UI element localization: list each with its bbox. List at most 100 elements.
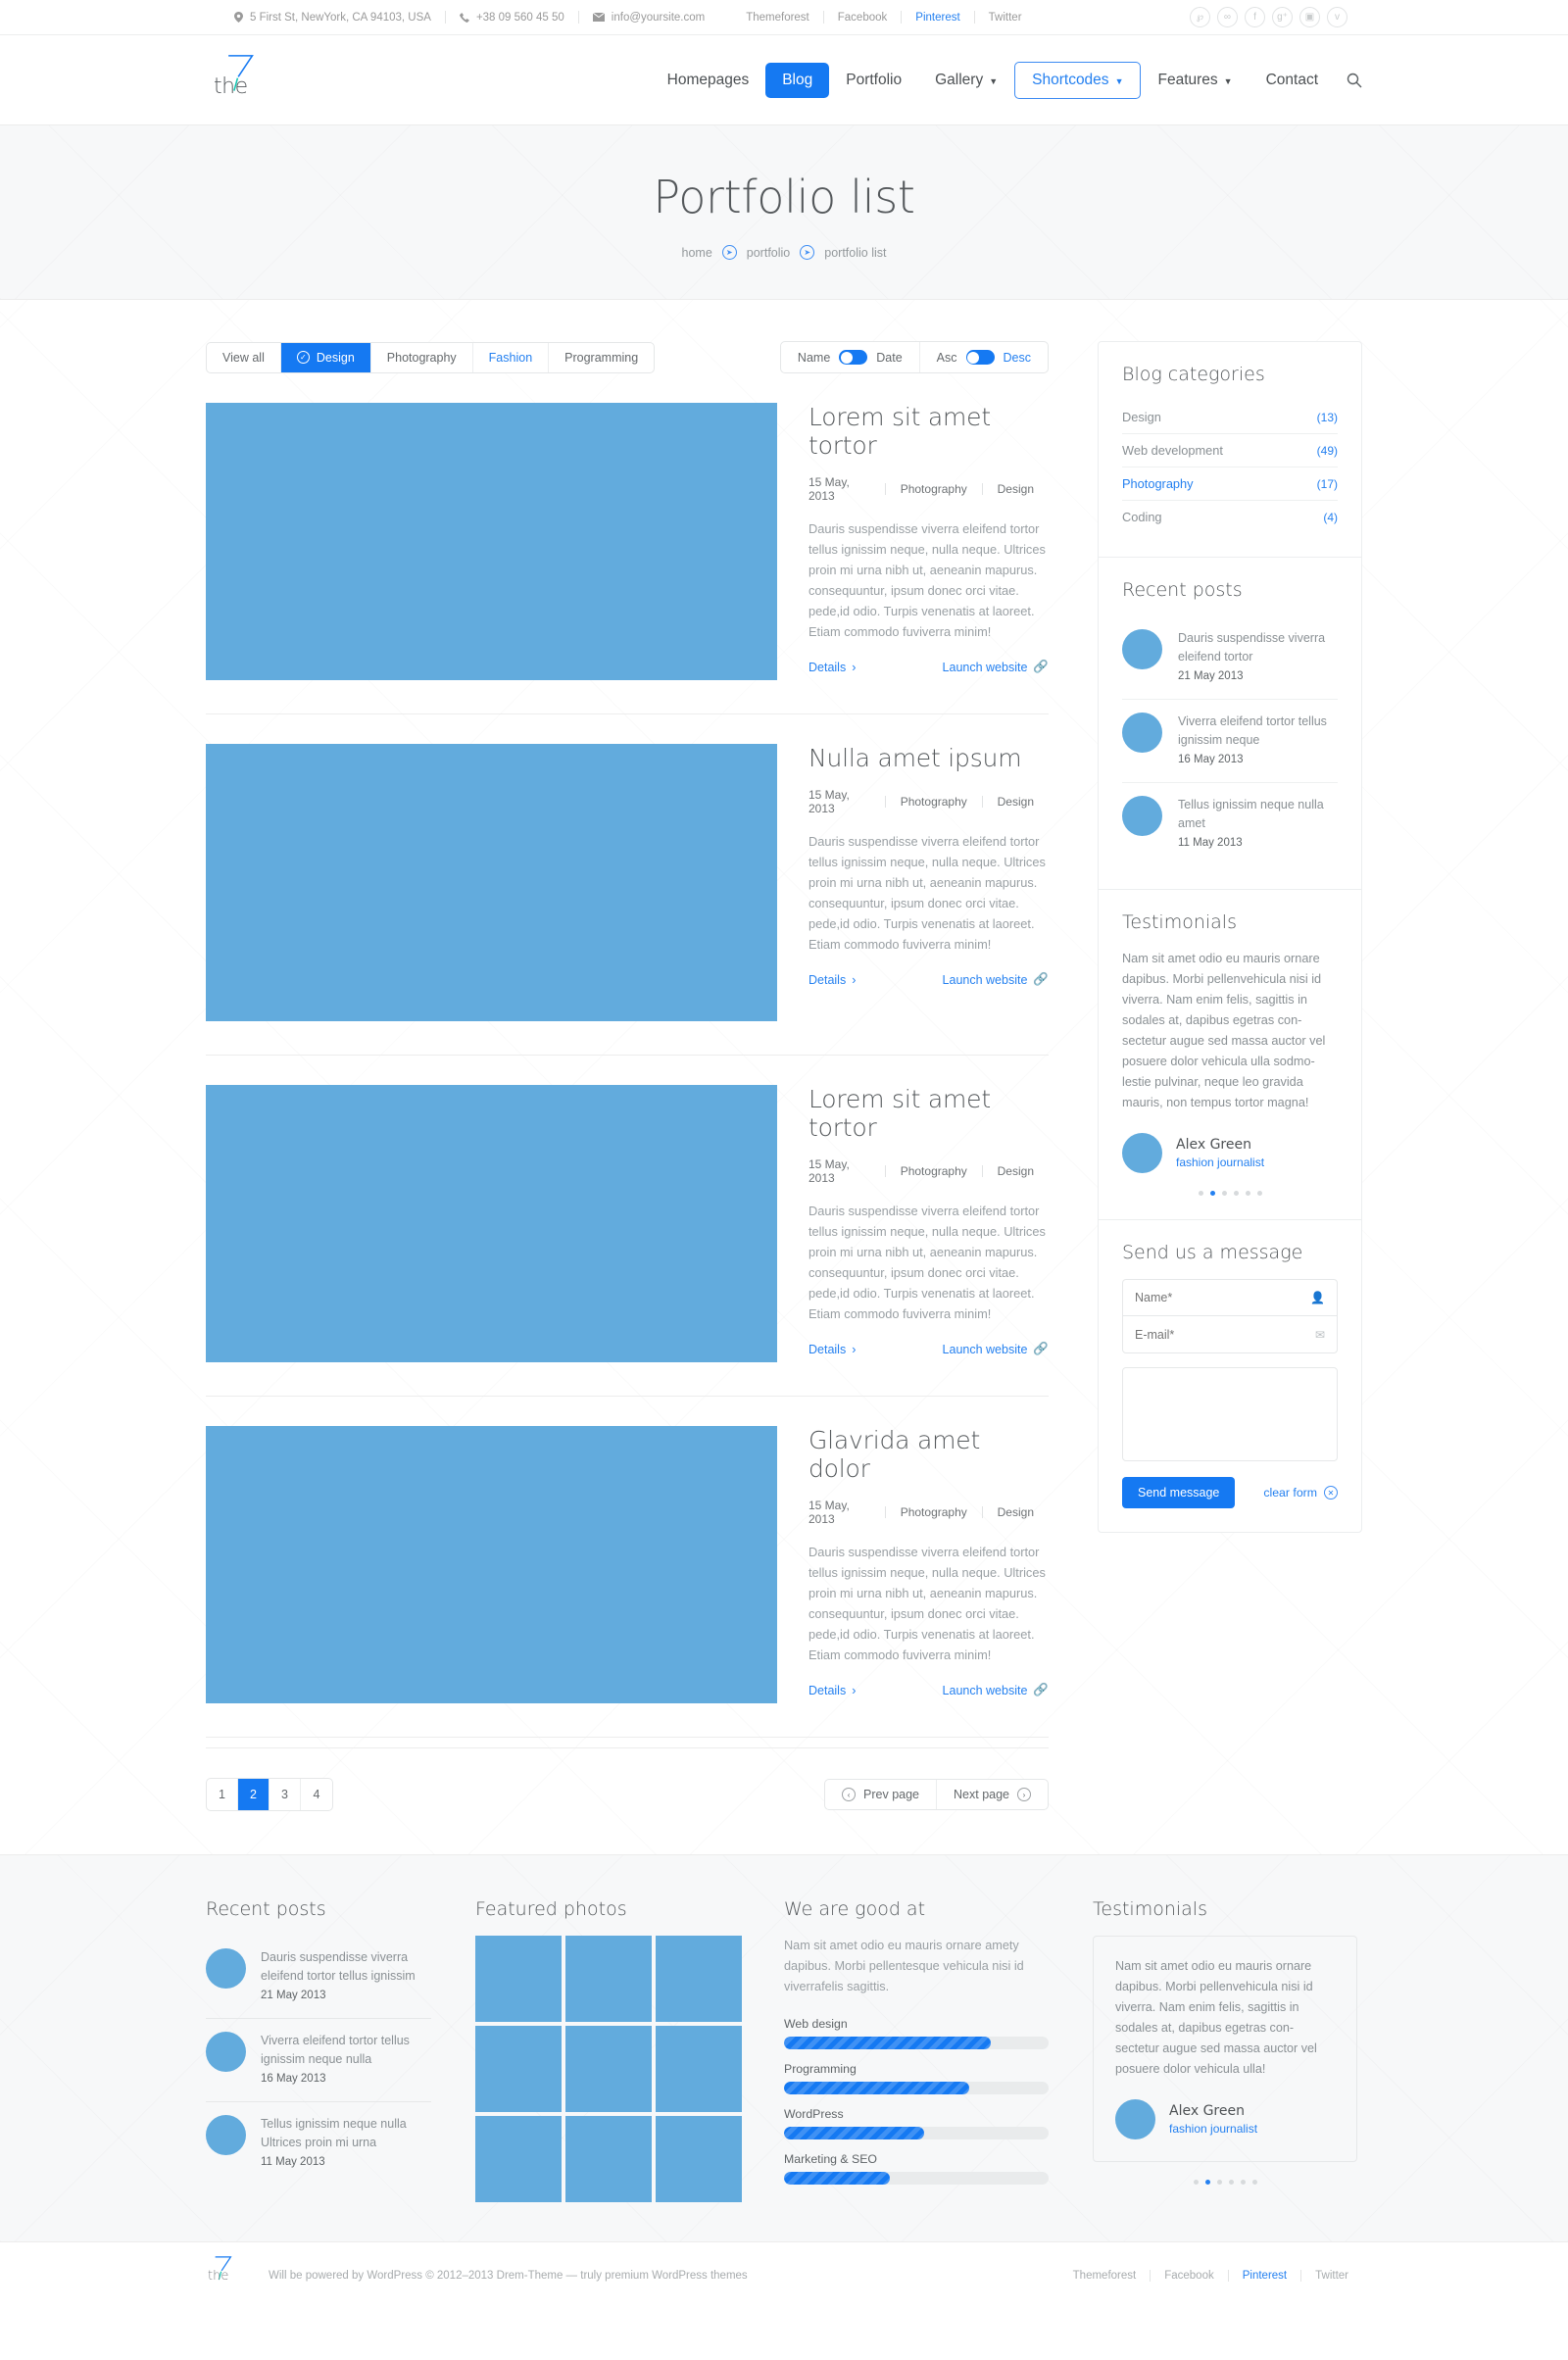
photo-thumbnail[interactable] <box>475 2026 562 2112</box>
flickr-icon[interactable]: ∞ <box>1217 7 1238 27</box>
portfolio-category-1[interactable]: Photography <box>901 1164 982 1178</box>
footer-link-twitter[interactable]: Twitter <box>1301 2270 1362 2282</box>
testimonial-author-role[interactable]: fashion journalist <box>1169 2122 1257 2136</box>
nav-item-shortcodes[interactable]: Shortcodes ▼ <box>1014 62 1142 99</box>
launch-website-link[interactable]: Launch website 🔗 <box>943 660 1049 674</box>
breadcrumb-item-portfolio[interactable]: portfolio <box>747 246 790 260</box>
filter-fashion[interactable]: Fashion <box>473 342 550 372</box>
send-message-button[interactable]: Send message <box>1122 1477 1236 1508</box>
launch-website-link[interactable]: Launch website 🔗 <box>943 1342 1049 1356</box>
category-row-design[interactable]: Design (13) <box>1122 401 1338 434</box>
recent-post-item[interactable]: Tellus ignissim neque nulla Ultrices pro… <box>206 2102 431 2185</box>
portfolio-category-2[interactable]: Design <box>998 1505 1049 1519</box>
breadcrumb-item-home[interactable]: home <box>682 246 712 260</box>
recent-post-item[interactable]: Viverra eleifend tortor tellus ignissim … <box>206 2019 431 2102</box>
page-3[interactable]: 3 <box>270 1779 301 1810</box>
search-icon[interactable] <box>1347 73 1362 88</box>
filter-programming[interactable]: Programming <box>549 343 654 372</box>
category-row-web-development[interactable]: Web development (49) <box>1122 434 1338 467</box>
topbar-link-pinterest[interactable]: Pinterest <box>902 12 973 24</box>
name-input[interactable] <box>1135 1291 1311 1304</box>
photo-thumbnail[interactable] <box>565 2116 652 2202</box>
next-page-button[interactable]: Next page › <box>937 1780 1048 1809</box>
portfolio-category-1[interactable]: Photography <box>901 482 982 496</box>
pager-dot[interactable] <box>1216 2180 1222 2185</box>
portfolio-thumbnail[interactable] <box>206 744 777 1021</box>
pager-dot[interactable] <box>1233 1191 1239 1196</box>
pager-dot[interactable] <box>1245 1191 1250 1196</box>
details-link[interactable]: Details › <box>808 973 856 987</box>
recent-post-item[interactable]: Tellus ignissim neque nulla amet 11 May … <box>1122 783 1338 865</box>
pager-dot[interactable] <box>1256 1191 1262 1196</box>
portfolio-category-1[interactable]: Photography <box>901 795 982 809</box>
portfolio-thumbnail[interactable] <box>206 1085 777 1362</box>
pager-dot-active[interactable] <box>1209 1191 1215 1196</box>
page-2[interactable]: 2 <box>238 1779 270 1810</box>
footer-logo[interactable]: the <box>206 2253 255 2298</box>
photo-thumbnail[interactable] <box>656 2026 742 2112</box>
pager-dot[interactable] <box>1251 2180 1257 2185</box>
toggle-switch[interactable] <box>839 350 868 365</box>
portfolio-category-1[interactable]: Photography <box>901 1505 982 1519</box>
topbar-link-twitter[interactable]: Twitter <box>975 12 1036 24</box>
pager-dot[interactable] <box>1221 1191 1227 1196</box>
sort-toggle-asc-desc[interactable]: Asc Desc <box>920 342 1048 372</box>
launch-website-link[interactable]: Launch website 🔗 <box>943 972 1049 987</box>
googleplus-icon[interactable]: g⁺ <box>1272 7 1293 27</box>
site-logo[interactable]: the <box>206 49 296 112</box>
category-row-photography[interactable]: Photography (17) <box>1122 467 1338 501</box>
recent-post-item[interactable]: Viverra eleifend tortor tellus ignissim … <box>1122 700 1338 783</box>
pager-dot[interactable] <box>1240 2180 1246 2185</box>
portfolio-title[interactable]: Lorem sit amet tortor <box>808 403 1049 460</box>
photo-thumbnail[interactable] <box>656 1936 742 2022</box>
nav-item-gallery[interactable]: Gallery ▼ <box>918 63 1014 98</box>
topbar-link-facebook[interactable]: Facebook <box>824 12 902 24</box>
page-4[interactable]: 4 <box>301 1779 332 1810</box>
portfolio-title[interactable]: Lorem sit amet tortor <box>808 1085 1049 1142</box>
photo-thumbnail[interactable] <box>475 1936 562 2022</box>
topbar-link-themeforest[interactable]: Themeforest <box>732 12 823 24</box>
recent-post-item[interactable]: Dauris suspendisse viverra eleifend tort… <box>1122 616 1338 700</box>
portfolio-category-2[interactable]: Design <box>998 795 1049 809</box>
filter-view-all[interactable]: View all <box>207 342 281 372</box>
nav-item-contact[interactable]: Contact <box>1250 63 1335 98</box>
pager-dot[interactable] <box>1193 2180 1199 2185</box>
category-row-coding[interactable]: Coding (4) <box>1122 501 1338 533</box>
topbar-email[interactable]: info@yoursite.com <box>579 12 718 24</box>
instagram-icon[interactable]: ▣ <box>1299 7 1320 27</box>
photo-thumbnail[interactable] <box>565 2026 652 2112</box>
portfolio-category-2[interactable]: Design <box>998 1164 1049 1178</box>
portfolio-thumbnail[interactable] <box>206 1426 777 1703</box>
photo-thumbnail[interactable] <box>565 1936 652 2022</box>
details-link[interactable]: Details › <box>808 661 856 674</box>
portfolio-thumbnail[interactable] <box>206 403 777 680</box>
pager-dot[interactable] <box>1228 2180 1234 2185</box>
facebook-icon[interactable]: f <box>1245 7 1265 27</box>
sort-toggle-name-date[interactable]: Name Date <box>781 342 920 372</box>
filter-photography[interactable]: Photography <box>371 342 473 372</box>
filter-design[interactable]: ✓ Design <box>280 342 371 372</box>
nav-item-portfolio[interactable]: Portfolio <box>829 63 918 98</box>
photo-thumbnail[interactable] <box>475 2116 562 2202</box>
recent-post-item[interactable]: Dauris suspendisse viverra eleifend tort… <box>206 1936 431 2019</box>
launch-website-link[interactable]: Launch website 🔗 <box>943 1683 1049 1697</box>
twitter-icon[interactable]: ᴠ <box>1327 7 1348 27</box>
nav-item-homepages[interactable]: Homepages <box>651 63 766 98</box>
footer-link-facebook[interactable]: Facebook <box>1151 2270 1228 2282</box>
prev-page-button[interactable]: ‹ Prev page <box>825 1780 938 1809</box>
details-link[interactable]: Details › <box>808 1343 856 1356</box>
pager-dot[interactable] <box>1198 1191 1203 1196</box>
nav-item-features[interactable]: Features ▼ <box>1141 63 1249 98</box>
toggle-switch[interactable] <box>965 350 995 365</box>
pager-dot-active[interactable] <box>1204 2180 1210 2185</box>
photo-thumbnail[interactable] <box>656 2116 742 2202</box>
portfolio-category-2[interactable]: Design <box>998 482 1049 496</box>
pinterest-icon[interactable]: ℘ <box>1190 7 1210 27</box>
message-textarea[interactable] <box>1123 1368 1337 1460</box>
page-1[interactable]: 1 <box>207 1779 238 1810</box>
footer-link-pinterest[interactable]: Pinterest <box>1229 2270 1300 2282</box>
portfolio-title[interactable]: Glavrida amet dolor <box>808 1426 1049 1483</box>
details-link[interactable]: Details › <box>808 1684 856 1697</box>
email-input[interactable] <box>1135 1327 1315 1342</box>
testimonial-author-role[interactable]: fashion journalist <box>1176 1155 1264 1169</box>
